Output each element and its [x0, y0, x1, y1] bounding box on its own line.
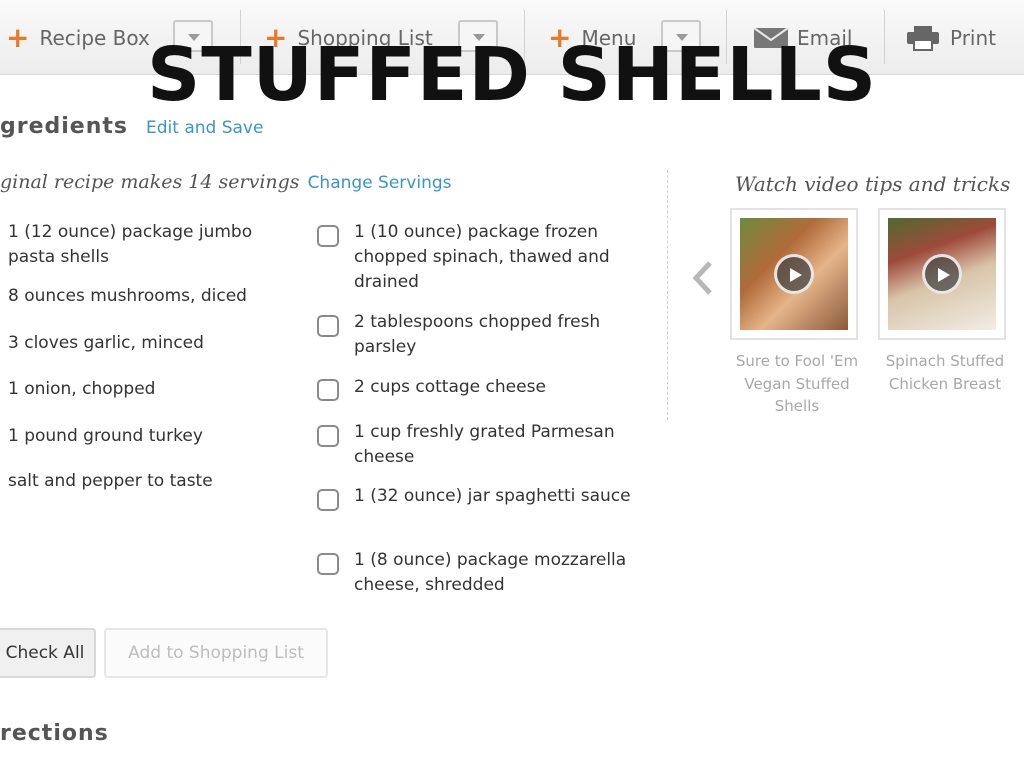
ingredient-item[interactable]: 1 (10 ounce) package frozen chopped spin… — [354, 220, 644, 295]
ingredient-item[interactable]: salt and pepper to taste — [8, 469, 288, 494]
ingredient-checkbox[interactable] — [317, 425, 339, 447]
change-servings-link[interactable]: Change Servings — [308, 173, 452, 193]
ingredients-heading: gredients — [0, 114, 129, 139]
servings-line: ginal recipe makes 14 servings Change Ser… — [0, 171, 452, 193]
ingredient-item[interactable]: 2 tablespoons chopped fresh parsley — [354, 310, 644, 360]
video-caption[interactable]: Spinach Stuffed Chicken Breast — [876, 350, 1014, 395]
ingredient-item[interactable]: 8 ounces mushrooms, diced — [8, 284, 288, 309]
video-thumbnail[interactable] — [878, 208, 1006, 340]
ingredient-item[interactable]: 1 (32 ounce) jar spaghetti sauce — [354, 484, 644, 509]
video-tips-heading: Watch video tips and tricks — [735, 172, 1011, 196]
ingredient-item[interactable]: 1 onion, chopped — [8, 377, 288, 402]
edit-and-save-link[interactable]: Edit and Save — [146, 118, 263, 138]
panel-divider — [667, 170, 668, 420]
chevron-left-icon[interactable] — [688, 260, 714, 296]
recipe-title: STUFFED SHELLS — [146, 32, 878, 118]
ingredient-checkbox[interactable] — [317, 225, 339, 247]
ingredient-item[interactable]: 3 cloves garlic, minced — [8, 331, 288, 356]
video-thumbnail[interactable] — [730, 208, 858, 340]
video-image — [740, 218, 848, 330]
check-all-button[interactable]: Check All — [0, 628, 96, 678]
video-caption[interactable]: Sure to Fool 'Em Vegan Stuffed Shells — [726, 350, 868, 418]
ingredient-item[interactable]: 2 cups cottage cheese — [354, 375, 644, 400]
ingredient-checkbox[interactable] — [317, 315, 339, 337]
ingredient-item[interactable]: 1 (8 ounce) package mozzarella cheese, s… — [354, 548, 644, 598]
ingredient-item[interactable]: 1 (12 ounce) package jumbo pasta shells — [8, 220, 288, 270]
directions-heading: rections — [0, 721, 109, 746]
ingredient-checkbox[interactable] — [317, 379, 339, 401]
play-icon — [774, 254, 814, 294]
ingredient-checkbox[interactable] — [317, 489, 339, 511]
ingredient-item[interactable]: 1 cup freshly grated Parmesan cheese — [354, 420, 644, 470]
ingredient-checkbox[interactable] — [317, 553, 339, 575]
servings-text: ginal recipe makes 14 servings — [0, 171, 300, 193]
ingredient-item[interactable]: 1 pound ground turkey — [8, 424, 288, 449]
add-to-shopping-list-button[interactable]: Add to Shopping List — [104, 628, 328, 678]
video-image — [888, 218, 996, 330]
play-icon — [922, 254, 962, 294]
